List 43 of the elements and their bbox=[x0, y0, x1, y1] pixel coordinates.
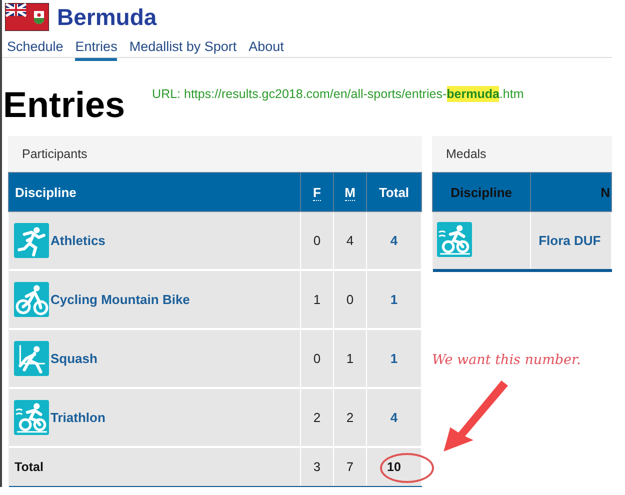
total-link[interactable]: 4 bbox=[366, 388, 422, 447]
nav-tab[interactable]: Entries bbox=[75, 39, 118, 61]
athlete-link[interactable]: Flora DUF bbox=[530, 212, 612, 270]
column-header: F bbox=[300, 172, 334, 212]
panel-title: Medals bbox=[445, 146, 488, 163]
column-header: N bbox=[530, 172, 612, 212]
total-link[interactable]: 1 bbox=[366, 270, 422, 329]
panel-title: Participants bbox=[21, 146, 88, 163]
page-heading: Entries bbox=[3, 84, 126, 126]
column-header: M bbox=[334, 172, 366, 212]
total-link[interactable]: 4 bbox=[366, 212, 422, 270]
site-title: Bermuda bbox=[57, 4, 157, 30]
table-cell: 4 bbox=[334, 212, 366, 270]
highlight-ellipse bbox=[380, 453, 434, 483]
sport-icon bbox=[14, 223, 48, 258]
discipline-link[interactable]: Squash bbox=[50, 351, 98, 366]
discipline-link[interactable]: Athletics bbox=[50, 233, 106, 248]
table-cell: 1 bbox=[300, 270, 334, 329]
sport-icon bbox=[436, 222, 472, 256]
table-cell: 0 bbox=[334, 270, 366, 329]
sport-icon bbox=[14, 282, 48, 317]
nav-tab[interactable]: Schedule bbox=[7, 39, 64, 58]
nav-tab[interactable]: Medallist by Sport bbox=[129, 39, 237, 58]
table-cell: Total bbox=[8, 447, 300, 487]
table-cell: 2 bbox=[300, 388, 334, 447]
sport-icon bbox=[14, 341, 48, 376]
table-cell: 0 bbox=[300, 212, 334, 270]
column-header: Total bbox=[366, 172, 422, 212]
column-header: Discipline bbox=[8, 172, 300, 212]
total-link[interactable]: 1 bbox=[366, 329, 422, 388]
table-cell: 10 bbox=[366, 447, 422, 487]
table-cell: 3 bbox=[300, 447, 334, 487]
table-cell: 1 bbox=[334, 329, 366, 388]
table-cell: 0 bbox=[300, 329, 334, 388]
table-cell: 2 bbox=[334, 388, 366, 447]
nav-tab[interactable]: About bbox=[248, 39, 284, 58]
column-header: Discipline bbox=[432, 172, 530, 212]
discipline-link[interactable]: Triathlon bbox=[50, 410, 106, 425]
flag-icon bbox=[5, 3, 49, 31]
annotation-note: We want this number. bbox=[432, 352, 581, 368]
sport-icon bbox=[14, 400, 48, 435]
discipline-link[interactable]: Cycling Mountain Bike bbox=[50, 292, 190, 307]
table-cell: 7 bbox=[334, 447, 366, 487]
